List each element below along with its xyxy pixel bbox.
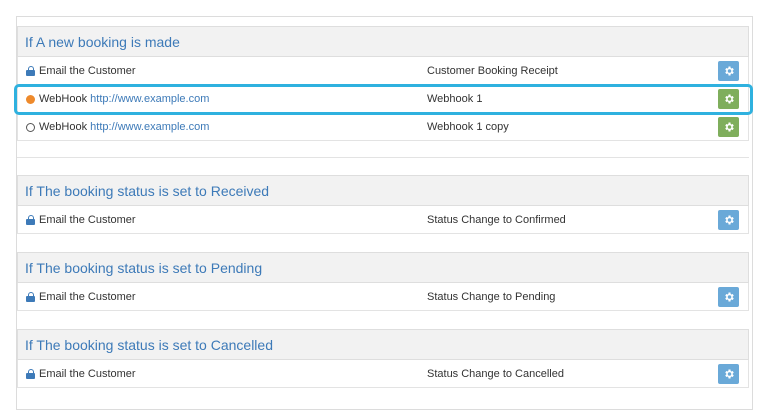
lock-icon xyxy=(26,292,35,302)
settings-button[interactable] xyxy=(718,117,739,137)
row-template: Customer Booking Receipt xyxy=(427,65,558,77)
settings-button[interactable] xyxy=(718,210,739,230)
row-template: Status Change to Confirmed xyxy=(427,214,566,226)
webhook-url-link[interactable]: http://www.example.com xyxy=(90,121,209,133)
notification-row: Email the Customer Status Change to Canc… xyxy=(17,360,749,388)
highlight-outline xyxy=(14,84,753,115)
divider xyxy=(17,157,749,158)
section-status-received: If The booking status is set to Received… xyxy=(17,175,749,234)
section-title: If The booking status is set to Pending xyxy=(17,252,749,283)
row-type: Email the Customer xyxy=(39,291,136,303)
row-type: Email the Customer xyxy=(39,214,136,226)
notification-row-webhook-copy: WebHook http://www.example.com Webhook 1… xyxy=(17,113,749,141)
settings-button[interactable] xyxy=(718,364,739,384)
row-template: Status Change to Pending xyxy=(427,291,556,303)
gear-icon xyxy=(724,122,734,132)
lock-icon xyxy=(26,215,35,225)
row-template: Status Change to Cancelled xyxy=(427,368,564,380)
notification-row: Email the Customer Status Change to Conf… xyxy=(17,206,749,234)
lock-icon xyxy=(26,369,35,379)
row-template: Webhook 1 copy xyxy=(427,121,509,133)
section-title: If A new booking is made xyxy=(17,26,749,57)
row-type: WebHook http://www.example.com xyxy=(39,121,210,133)
section-status-cancelled: If The booking status is set to Cancelle… xyxy=(17,329,749,388)
empty-circle-icon xyxy=(26,122,35,132)
lock-icon xyxy=(26,66,35,76)
gear-icon xyxy=(724,292,734,302)
notification-row: Email the Customer Status Change to Pend… xyxy=(17,283,749,311)
section-status-pending: If The booking status is set to Pending … xyxy=(17,252,749,311)
settings-button[interactable] xyxy=(718,287,739,307)
gear-icon xyxy=(724,66,734,76)
row-type: Email the Customer xyxy=(39,368,136,380)
gear-icon xyxy=(724,215,734,225)
settings-button[interactable] xyxy=(718,61,739,81)
notification-row: Email the Customer Customer Booking Rece… xyxy=(17,57,749,85)
section-title: If The booking status is set to Received xyxy=(17,175,749,206)
section-title: If The booking status is set to Cancelle… xyxy=(17,329,749,360)
row-type: Email the Customer xyxy=(39,65,136,77)
gear-icon xyxy=(724,369,734,379)
